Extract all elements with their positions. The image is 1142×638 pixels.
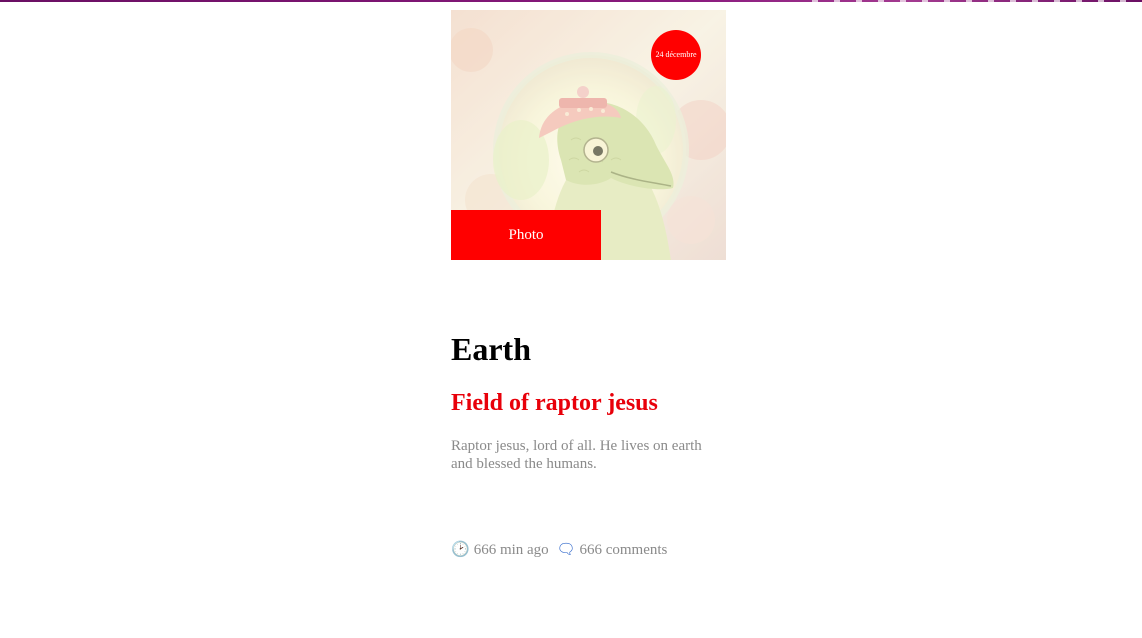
comments-count[interactable]: 666 comments (579, 542, 667, 558)
comment-bubble-icon: 🗨 (556, 542, 576, 558)
category-tag[interactable]: Photo (451, 210, 601, 260)
post-card: 24 décembre Photo Earth Field of raptor … (451, 10, 726, 558)
top-accent-glints (812, 0, 1142, 2)
post-title[interactable]: Earth (451, 330, 531, 368)
post-subtitle[interactable]: Field of raptor jesus (451, 388, 658, 418)
post-image[interactable]: 24 décembre Photo (451, 10, 726, 260)
time-ago: 666 min ago (473, 542, 549, 558)
post-meta: 🕑 666 min ago 🗨 666 comments (451, 541, 667, 559)
post-description: Raptor jesus, lord of all. He lives on e… (451, 438, 702, 472)
clock-icon: 🕑 (451, 542, 470, 558)
date-badge: 24 décembre (651, 30, 701, 80)
